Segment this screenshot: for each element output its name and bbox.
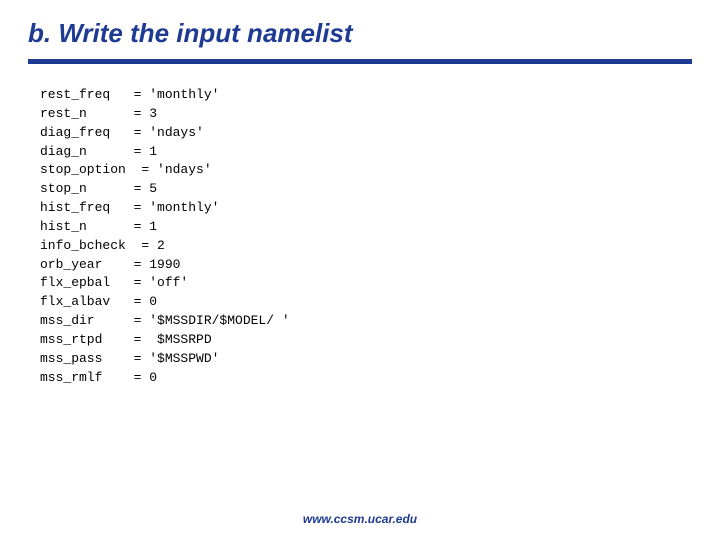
slide: b. Write the input namelist rest_freq = … [0,0,720,540]
slide-title: b. Write the input namelist [28,18,692,49]
title-divider [28,59,692,64]
namelist-block: rest_freq = 'monthly' rest_n = 3 diag_fr… [28,86,692,388]
footer-url: www.ccsm.ucar.edu [0,512,720,526]
